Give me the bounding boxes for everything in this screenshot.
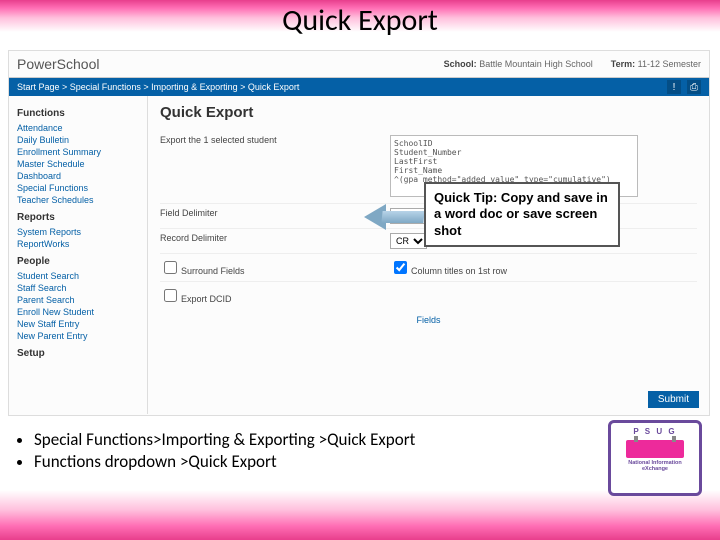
school-context: School: Battle Mountain High School: [444, 59, 593, 69]
surround-fields-row: Surround Fields: [160, 258, 390, 277]
sidebar-item[interactable]: ReportWorks: [17, 238, 139, 250]
sidebar-item[interactable]: Teacher Schedules: [17, 194, 139, 206]
sidebar-item[interactable]: Staff Search: [17, 282, 139, 294]
sidebar-item[interactable]: New Parent Entry: [17, 330, 139, 342]
sidebar-group-reports: Reports: [17, 212, 139, 223]
slide-title: Quick Export: [0, 0, 720, 39]
sidebar-item[interactable]: Attendance: [17, 122, 139, 134]
slide-bullets: Special Functions>Importing & Exporting …: [14, 428, 415, 473]
sidebar-item[interactable]: Enroll New Student: [17, 306, 139, 318]
app-header: PowerSchool School: Battle Mountain High…: [9, 51, 709, 78]
breadcrumb-bar: Start Page > Special Functions > Importi…: [9, 78, 709, 96]
bullet-item: Special Functions>Importing & Exporting …: [34, 429, 415, 450]
sidebar: Functions Attendance Daily Bulletin Enro…: [9, 96, 148, 414]
export-dcid-checkbox[interactable]: [164, 289, 177, 302]
sidebar-item[interactable]: Daily Bulletin: [17, 134, 139, 146]
sidebar-item[interactable]: Parent Search: [17, 294, 139, 306]
quick-tip-callout: Quick Tip: Copy and save in a word doc o…: [424, 182, 620, 247]
callout-arrow-icon: [364, 204, 424, 230]
sidebar-item[interactable]: Special Functions: [17, 182, 139, 194]
sidebar-item[interactable]: Master Schedule: [17, 158, 139, 170]
field-delimiter-label: Field Delimiter: [160, 208, 390, 218]
column-titles-label: Column titles on 1st row: [411, 266, 507, 276]
bullet-item: Functions dropdown >Quick Export: [34, 451, 415, 472]
print-icon[interactable]: ⎙: [687, 80, 701, 94]
alert-icon[interactable]: !: [667, 80, 681, 94]
record-delimiter-select[interactable]: CR: [390, 233, 427, 249]
fields-link[interactable]: Fields: [160, 309, 697, 331]
sidebar-item[interactable]: New Staff Entry: [17, 318, 139, 330]
badge-acronym: P S U G: [633, 427, 676, 436]
main-panel: Quick Export Export the 1 selected stude…: [148, 96, 709, 414]
export-dcid-row: Export DCID: [160, 286, 390, 305]
powerschool-logo: PowerSchool: [17, 56, 100, 72]
term-context: Term: 11-12 Semester: [611, 59, 701, 69]
sidebar-item[interactable]: Student Search: [17, 270, 139, 282]
sidebar-item[interactable]: System Reports: [17, 226, 139, 238]
sidebar-group-people: People: [17, 256, 139, 267]
submit-button[interactable]: Submit: [648, 391, 699, 408]
sidebar-group-functions: Functions: [17, 108, 139, 119]
sidebar-item[interactable]: Enrollment Summary: [17, 146, 139, 158]
record-delimiter-label: Record Delimiter: [160, 233, 390, 243]
sidebar-group-setup: Setup: [17, 348, 139, 359]
psug-badge: P S U G National InformationeXchange: [608, 420, 702, 496]
breadcrumb[interactable]: Start Page > Special Functions > Importi…: [17, 82, 299, 92]
badge-sign-icon: [626, 440, 684, 458]
export-count-label: Export the 1 selected student: [160, 135, 390, 145]
sidebar-item[interactable]: Dashboard: [17, 170, 139, 182]
page-title: Quick Export: [160, 104, 697, 121]
badge-text: National InformationeXchange: [628, 461, 681, 472]
surround-fields-checkbox[interactable]: [164, 261, 177, 274]
column-titles-checkbox[interactable]: [394, 261, 407, 274]
